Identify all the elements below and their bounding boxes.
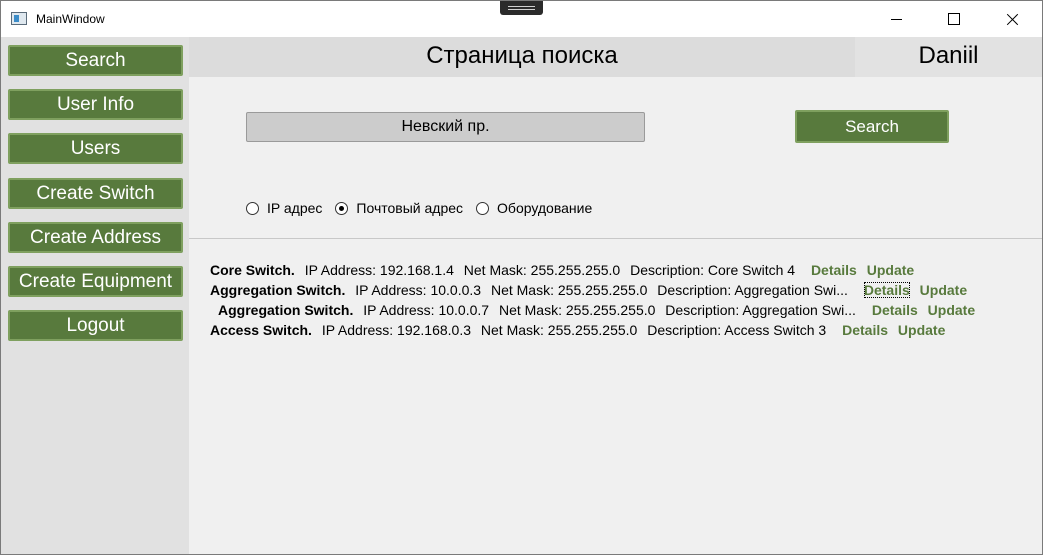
search-button[interactable]: Search	[795, 110, 949, 143]
sidebar: Search User Info Users Create Switch Cre…	[1, 37, 189, 554]
sidebar-item-users[interactable]: Users	[8, 133, 183, 164]
list-item: Aggregation Switch. IP Address: 10.0.0.7…	[218, 300, 981, 320]
radio-postal-address[interactable]: Почтовый адрес	[335, 200, 463, 216]
radio-circle-checked-icon[interactable]	[335, 201, 349, 215]
result-name: Access Switch.	[210, 322, 312, 338]
sidebar-item-search[interactable]: Search	[8, 45, 183, 76]
update-link[interactable]: Update	[867, 262, 914, 278]
sidebar-item-create-address[interactable]: Create Address	[8, 222, 183, 253]
page-title: Страница поиска	[426, 42, 618, 69]
radio-label: IP адрес	[267, 200, 323, 216]
result-name: Core Switch.	[210, 262, 295, 278]
drag-handle-icon[interactable]	[500, 1, 543, 15]
result-name: Aggregation Switch.	[218, 302, 354, 318]
search-input[interactable]: Невский пр.	[246, 112, 645, 142]
result-description: Description: Access Switch 3	[647, 322, 827, 338]
update-link[interactable]: Update	[898, 322, 945, 338]
search-type-radio-group: IP адрес Почтовый адрес Оборудование	[246, 199, 605, 217]
list-item: Core Switch. IP Address: 192.168.1.4 Net…	[210, 260, 920, 280]
result-description: Description: Core Switch 4	[630, 262, 796, 278]
minimize-button[interactable]	[867, 1, 925, 37]
title-bar[interactable]: MainWindow	[1, 1, 1042, 37]
result-description: Description: Aggregation Swi...	[665, 302, 856, 318]
details-link[interactable]: Details	[863, 282, 910, 298]
main-window: MainWindow Search User Info Users Create…	[0, 0, 1043, 555]
close-button[interactable]	[983, 1, 1041, 37]
result-mask: Net Mask: 255.255.255.0	[480, 322, 638, 338]
radio-label: Оборудование	[497, 200, 593, 216]
sidebar-item-logout[interactable]: Logout	[8, 310, 183, 341]
result-mask: Net Mask: 255.255.255.0	[490, 282, 648, 298]
details-link[interactable]: Details	[872, 302, 918, 318]
update-link[interactable]: Update	[928, 302, 975, 318]
sidebar-item-create-switch[interactable]: Create Switch	[8, 178, 183, 209]
result-mask: Net Mask: 255.255.255.0	[463, 262, 621, 278]
details-link[interactable]: Details	[842, 322, 888, 338]
list-item: Access Switch. IP Address: 192.168.0.3 N…	[210, 320, 951, 340]
window-title: MainWindow	[36, 12, 105, 26]
radio-circle-icon[interactable]	[476, 201, 490, 215]
update-link[interactable]: Update	[920, 282, 967, 298]
list-item: Aggregation Switch. IP Address: 10.0.0.3…	[210, 280, 973, 300]
result-ip: IP Address: 10.0.0.7	[363, 302, 490, 318]
radio-ip-address[interactable]: IP адрес	[246, 200, 322, 216]
sidebar-item-user-info[interactable]: User Info	[8, 89, 183, 120]
result-description: Description: Aggregation Swi...	[657, 282, 848, 298]
result-ip: IP Address: 192.168.0.3	[321, 322, 472, 338]
maximize-button[interactable]	[925, 1, 983, 37]
result-mask: Net Mask: 255.255.255.0	[498, 302, 656, 318]
divider	[189, 238, 1042, 239]
result-ip: IP Address: 10.0.0.3	[355, 282, 482, 298]
radio-circle-icon[interactable]	[246, 201, 259, 215]
result-name: Aggregation Switch.	[210, 282, 346, 298]
details-link[interactable]: Details	[811, 262, 857, 278]
header: Страница поиска Daniil	[189, 37, 1042, 77]
result-ip: IP Address: 192.168.1.4	[304, 262, 454, 278]
radio-label: Почтовый адрес	[356, 200, 464, 216]
sidebar-item-create-equipment[interactable]: Create Equipment	[8, 266, 183, 297]
radio-equipment[interactable]: Оборудование	[476, 200, 592, 216]
app-icon	[11, 12, 27, 25]
user-name: Daniil	[918, 42, 979, 69]
main-content: Невский пр. Search IP адрес Почтовый адр…	[189, 77, 1042, 554]
